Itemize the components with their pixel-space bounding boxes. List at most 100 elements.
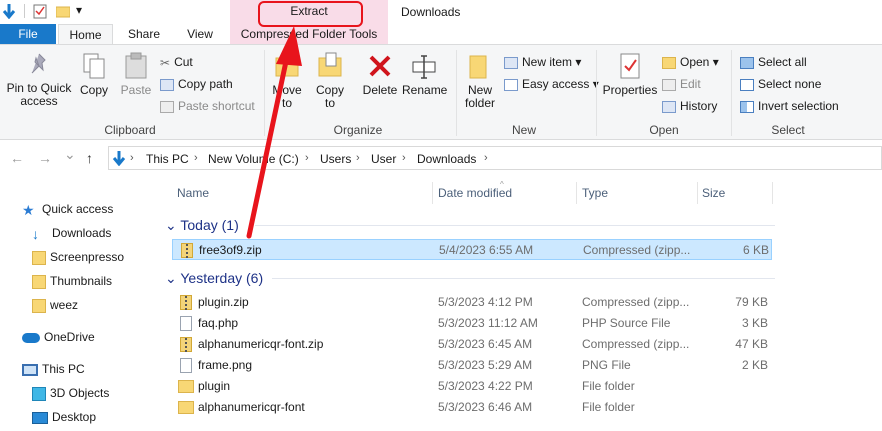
file-date-modified: 5/3/2023 11:12 AM — [438, 316, 538, 330]
new-folder-icon[interactable] — [56, 4, 70, 18]
breadcrumb-chevron-icon[interactable]: › — [194, 152, 198, 164]
properties-check-icon[interactable] — [33, 3, 47, 19]
folder-icon — [178, 380, 194, 393]
history-button[interactable]: History — [662, 96, 717, 116]
up-arrow-icon[interactable]: ↑ — [86, 150, 93, 166]
group-label: Yesterday (6) — [180, 270, 264, 286]
file-row[interactable]: faq.php 5/3/2023 11:12 AM PHP Source File 3… — [172, 313, 772, 334]
computer-icon — [22, 363, 38, 376]
copy-to-button[interactable]: Copy to — [312, 52, 348, 110]
copy-to-icon — [318, 52, 342, 77]
open-label: Open — [680, 55, 710, 69]
history-label: History — [680, 99, 718, 113]
file-row[interactable]: alphanumericqr-font 5/3/2023 6:46 AM File … — [172, 397, 772, 418]
file-type: Compressed (zipp... — [583, 243, 691, 257]
file-size: 79 KB — [735, 295, 768, 309]
sidebar-item-screenpresso[interactable]: Screenpresso — [32, 250, 124, 265]
copy-to-label: Copy to — [315, 83, 344, 110]
invert-selection-label: Invert selection — [758, 99, 839, 113]
tab-compressed-folder-tools[interactable]: Compressed Folder Tools — [230, 24, 388, 44]
breadcrumb-chevron-icon[interactable]: › — [484, 152, 488, 164]
organize-group-label: Organize — [333, 123, 383, 137]
sidebar-item-weez[interactable]: weez — [32, 298, 78, 313]
new-group-label: New — [511, 123, 536, 137]
rename-button[interactable]: Rename — [402, 52, 448, 97]
tab-file[interactable]: File — [0, 24, 56, 44]
breadcrumb-chevron-icon[interactable]: › — [305, 152, 309, 164]
pin-icon — [31, 53, 46, 74]
copy-button[interactable]: Copy — [78, 52, 110, 97]
invert-selection-icon — [740, 100, 754, 113]
paste-shortcut-button[interactable]: Paste shortcut — [160, 96, 255, 116]
file-date-modified: 5/3/2023 4:12 PM — [438, 295, 533, 309]
breadcrumb-this-pc[interactable]: This PC — [146, 152, 189, 166]
sidebar-item-this-pc[interactable]: This PC — [22, 362, 85, 376]
sidebar-item-onedrive[interactable]: OneDrive — [22, 330, 95, 344]
breadcrumb-users[interactable]: Users — [320, 152, 351, 166]
breadcrumb-downloads[interactable]: Downloads — [417, 152, 476, 166]
sidebar-item-quick-access[interactable]: ★ Quick access — [22, 202, 113, 217]
file-row[interactable]: plugin 5/3/2023 4:22 PM File folder — [172, 376, 772, 397]
group-header-yesterday[interactable]: ⌄ Yesterday (6) — [165, 270, 263, 287]
file-type: Compressed (zipp... — [582, 337, 690, 351]
png-file-icon — [180, 358, 192, 373]
breadcrumb-chevron-icon[interactable]: › — [356, 152, 360, 164]
properties-button[interactable]: Properties — [602, 52, 658, 97]
back-arrow-icon[interactable]: ← — [10, 150, 24, 166]
new-item-button[interactable]: New item ▾ — [504, 52, 581, 72]
easy-access-button[interactable]: Easy access ▾ — [504, 74, 599, 94]
folder-icon — [32, 274, 46, 289]
sidebar-item-desktop[interactable]: Desktop — [32, 410, 96, 424]
file-name: plugin — [198, 379, 231, 393]
invert-selection-button[interactable]: Invert selection — [740, 96, 839, 116]
move-to-button[interactable]: Move to — [268, 52, 306, 110]
ribbon-separator — [596, 50, 597, 136]
file-name: plugin.zip — [198, 295, 249, 309]
tab-share[interactable]: Share — [118, 24, 170, 44]
sidebar-item-thumbnails[interactable]: Thumbnails — [32, 274, 112, 289]
breadcrumb-user[interactable]: User — [371, 152, 396, 166]
sidebar-label: This PC — [42, 362, 85, 376]
sidebar-item-downloads[interactable]: ↓ Downloads — [32, 226, 111, 241]
paste-button[interactable]: Paste — [119, 52, 153, 97]
tab-home[interactable]: Home — [58, 24, 113, 44]
column-header-size[interactable]: Size — [702, 186, 725, 200]
select-all-button[interactable]: Select all — [740, 52, 807, 72]
sidebar-label: 3D Objects — [50, 386, 110, 400]
copy-label: Copy — [79, 83, 108, 97]
breadcrumb-volume[interactable]: New Volume (C:) — [208, 152, 299, 166]
ribbon-separator — [456, 50, 457, 136]
select-none-button[interactable]: Select none — [740, 74, 821, 94]
sidebar-label: Downloads — [52, 226, 112, 240]
file-size: 3 KB — [741, 316, 768, 330]
breadcrumb-chevron-icon[interactable]: › — [130, 152, 134, 164]
scissors-icon: ✂ — [160, 55, 171, 70]
copy-path-button[interactable]: Copy path — [160, 74, 233, 94]
rename-label: Rename — [402, 83, 448, 97]
edit-button[interactable]: Edit — [662, 74, 701, 94]
easy-access-label: Easy access — [522, 77, 590, 91]
column-divider — [772, 182, 773, 204]
down-arrow-icon[interactable] — [2, 3, 16, 19]
file-row[interactable]: free3of9.zip 5/4/2023 6:55 AM Compressed (… — [172, 239, 772, 260]
group-header-today[interactable]: ⌄ Today (1) — [165, 217, 239, 234]
file-row[interactable]: frame.png 5/3/2023 5:29 AM PNG File 2 KB — [172, 355, 772, 376]
qat-dropdown-icon[interactable]: ▾ — [76, 3, 82, 17]
new-folder-button[interactable]: New folder — [460, 52, 500, 110]
file-row[interactable]: plugin.zip 5/3/2023 4:12 PM Compressed (zi… — [172, 292, 772, 313]
column-divider — [432, 182, 433, 204]
tab-view[interactable]: View — [176, 24, 224, 44]
forward-arrow-icon[interactable]: → — [38, 150, 52, 166]
column-header-type[interactable]: Type — [582, 186, 608, 200]
recent-locations-icon[interactable]: ⌄ — [64, 146, 76, 163]
open-button[interactable]: Open ▾ — [662, 52, 719, 72]
delete-button[interactable]: Delete — [360, 52, 400, 97]
sidebar-item-3d-objects[interactable]: 3D Objects — [32, 386, 109, 401]
breadcrumb-chevron-icon[interactable]: › — [402, 152, 406, 164]
column-divider — [576, 182, 577, 204]
php-file-icon — [180, 316, 192, 331]
pin-to-quick-access-button[interactable]: Pin to Quick access — [4, 52, 74, 108]
file-row[interactable]: alphanumericqr-font.zip 5/3/2023 6:45 AM C… — [172, 334, 772, 355]
cut-button[interactable]: ✂ Cut — [160, 52, 193, 72]
column-header-name[interactable]: Name — [177, 186, 209, 200]
